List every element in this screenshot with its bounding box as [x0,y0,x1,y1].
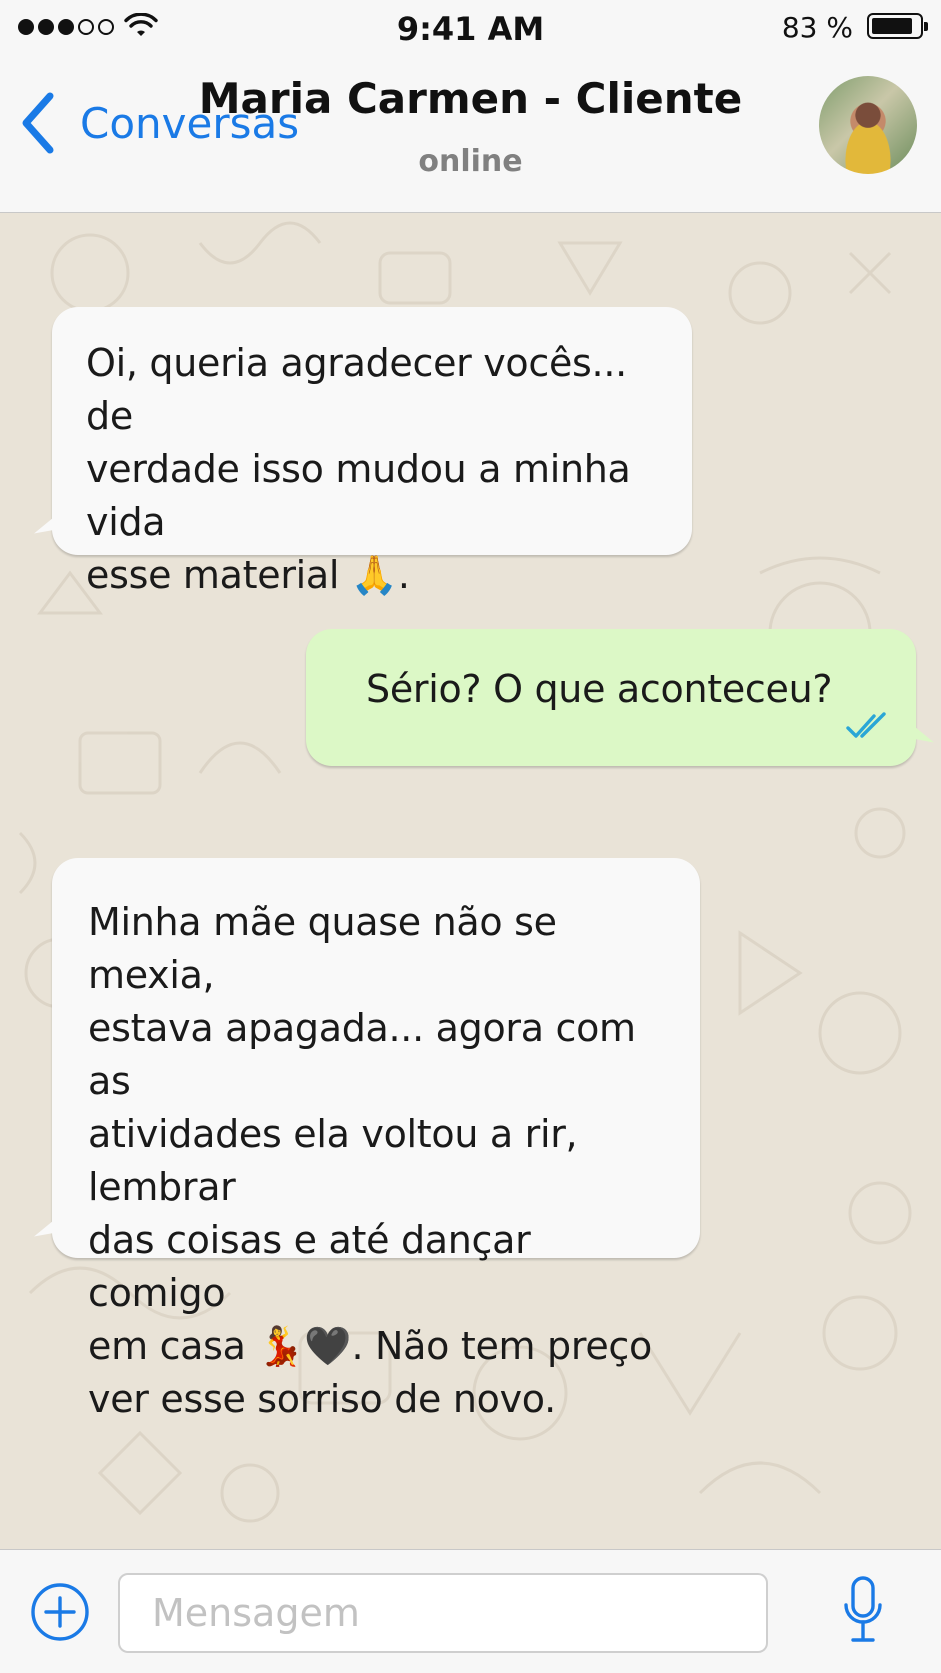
chat-area[interactable]: Oi, queria agradecer vocês... de verdade… [0,213,941,1549]
message-line: esse material 🙏. [86,553,410,597]
message-input[interactable] [118,1573,768,1653]
microphone-icon[interactable] [843,1575,883,1645]
message-line: atividades ela voltou a rir, lembrar [88,1112,578,1209]
message-line: Sério? O que aconteceu? [366,667,833,711]
input-bar [0,1549,941,1673]
message-bubble-incoming[interactable]: Oi, queria agradecer vocês... de verdade… [52,307,692,597]
status-bar: 9:41 AM 83 % [0,0,941,56]
avatar[interactable] [819,76,917,174]
message-bubble-outgoing[interactable]: Sério? O que aconteceu? [306,629,916,766]
message-line: verdade isso mudou a minha vida [86,447,631,544]
message-line: estava apagada... agora com as [88,1006,636,1103]
battery-icon [867,13,928,39]
battery-percentage: 83 % [781,11,853,44]
message-line: das coisas e até dançar comigo [88,1218,531,1315]
message-line: Oi, queria agradecer vocês... de [86,341,627,438]
chat-header: Conversas Maria Carmen - Cliente online [0,56,941,213]
message-line: Minha mãe quase não se mexia, [88,900,557,997]
double-check-icon [846,712,886,738]
message-line: ver esse sorriso de novo. [88,1377,556,1421]
message-bubble-incoming[interactable]: Minha mãe quase não se mexia, estava apa… [52,858,700,1421]
contact-name[interactable]: Maria Carmen - Cliente [0,74,941,123]
message-line: em casa 💃🖤. Não tem preço [88,1324,652,1368]
plus-circle-icon[interactable] [30,1582,90,1642]
contact-status: online [418,144,523,179]
